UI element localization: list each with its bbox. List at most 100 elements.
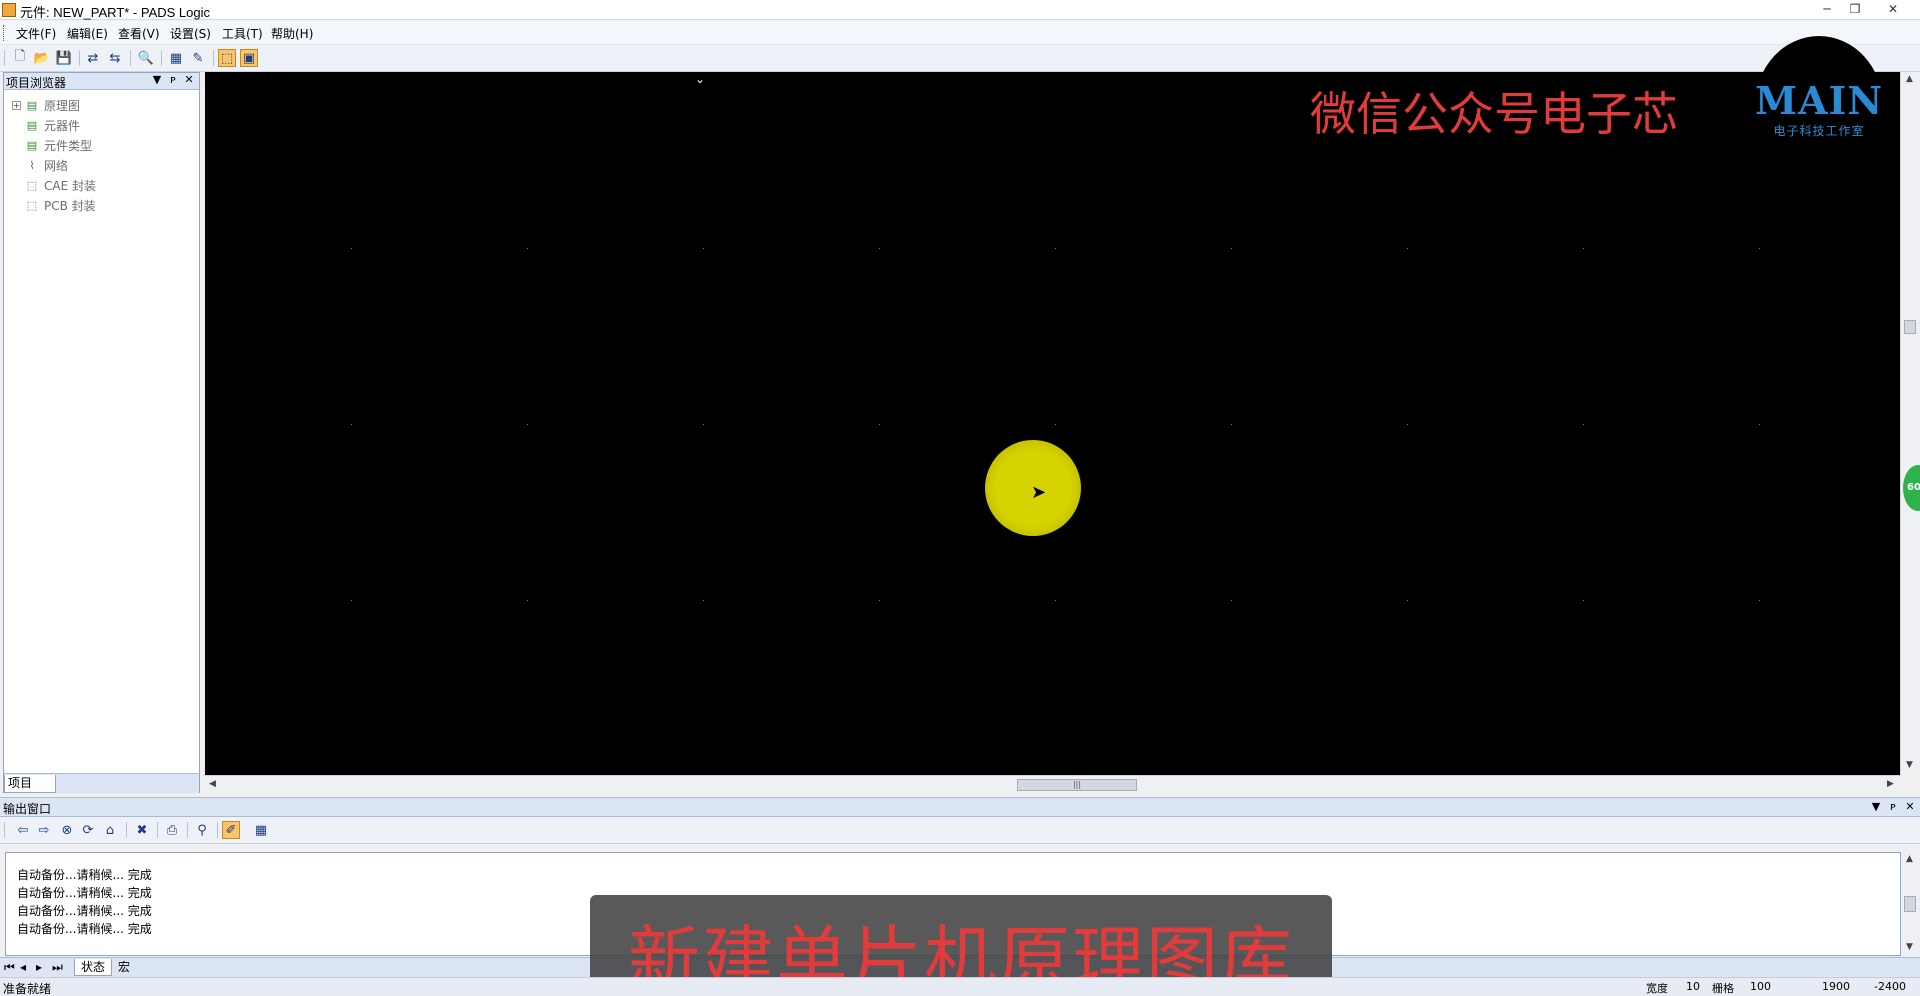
grid-icon[interactable]: ▦ — [252, 821, 270, 839]
tab-nav-first-icon[interactable]: ⏮ — [4, 959, 15, 976]
tab-project[interactable]: 项目 — [4, 775, 56, 793]
grid-dot — [1759, 248, 1760, 249]
tree-item-label: PCB 封装 — [44, 198, 96, 213]
menu-help[interactable]: 帮助(H) — [271, 25, 313, 42]
toolbar-grip[interactable] — [4, 50, 5, 66]
menu-view[interactable]: 查看(V) — [118, 25, 160, 42]
menu-tools[interactable]: 工具(T) — [222, 25, 263, 42]
close-icon[interactable]: ✕ — [1903, 800, 1917, 813]
toolbar-separator — [213, 50, 214, 66]
canvas-horizontal-scrollbar[interactable]: ◀ ||| ▶ — [205, 775, 1900, 793]
toolbar-separator — [217, 822, 218, 838]
refresh-icon[interactable]: ⟳ — [79, 821, 97, 839]
tree-item-sheets[interactable]: + ▤ 原理图 — [12, 96, 80, 114]
scroll-down-icon[interactable]: ▼ — [1906, 942, 1913, 952]
grid-dot — [1055, 424, 1056, 425]
grid-dot — [1583, 424, 1584, 425]
close-button[interactable]: ✕ — [1880, 0, 1906, 18]
sheets-icon: ▤ — [26, 98, 38, 112]
new-file-icon[interactable]: 🗋 — [11, 49, 29, 67]
chevron-down-icon[interactable]: ▼ — [150, 73, 164, 86]
tab-macro[interactable]: 宏 — [112, 959, 136, 976]
toolbar-grip[interactable] — [4, 822, 5, 838]
home-icon[interactable]: ⌂ — [101, 821, 119, 839]
stop-icon[interactable]: ⊗ — [58, 821, 76, 839]
expand-toggle-icon[interactable]: + — [12, 100, 21, 110]
back-annotate-icon[interactable]: ⇆ — [106, 49, 124, 67]
scroll-up-icon[interactable]: ▲ — [1906, 74, 1913, 84]
tab-nav-prev-icon[interactable]: ◂ — [20, 959, 26, 976]
scroll-right-icon[interactable]: ▶ — [1887, 779, 1894, 789]
tree-item-label: 元件类型 — [44, 138, 93, 153]
tree-item-label: 元器件 — [44, 118, 81, 133]
grid-dot — [1231, 600, 1232, 601]
gate-view-icon[interactable]: ▣ — [240, 49, 258, 67]
scroll-left-icon[interactable]: ◀ — [209, 779, 216, 789]
close-icon[interactable]: ✕ — [182, 73, 196, 86]
width-label: 宽度 — [1646, 982, 1668, 995]
part-types-icon: ▤ — [26, 138, 38, 152]
pads-logic-window: 元件: NEW_PART* - PADS Logic ─ ❐ ✕ 文件(F) 编… — [0, 0, 1920, 996]
scroll-up-icon[interactable]: ▲ — [1906, 854, 1913, 864]
save-icon[interactable]: 💾 — [55, 49, 73, 67]
log-line: 自动备份...请稍候... 完成 — [17, 904, 152, 918]
menu-edit[interactable]: 编辑(E) — [67, 25, 108, 42]
delete-icon[interactable]: ✖ — [133, 821, 151, 839]
tree-item-parts[interactable]: ▤ 元器件 — [12, 116, 80, 134]
menu-file[interactable]: 文件(F) — [16, 25, 56, 42]
edit-icon[interactable]: ✐ — [222, 821, 240, 839]
back-icon[interactable]: ⇦ — [14, 821, 32, 839]
canvas-vertical-scrollbar[interactable]: ▲ ▼ — [1900, 72, 1920, 775]
toolbar-separator — [126, 822, 127, 838]
pin-icon[interactable]: ᴘ — [166, 73, 180, 86]
grid-dot — [879, 424, 880, 425]
design-canvas[interactable]: ⌄ ➤ — [205, 72, 1900, 775]
tree-item-label: 原理图 — [44, 98, 81, 113]
toolbar-separator — [79, 50, 80, 66]
tab-nav-next-icon[interactable]: ▸ — [36, 959, 42, 976]
grid-dot — [703, 600, 704, 601]
vertical-scroll-thumb[interactable] — [1904, 320, 1916, 334]
forward-icon[interactable]: ⇨ — [35, 821, 53, 839]
cae-decal-icon: ⬚ — [26, 178, 38, 192]
zoom-icon[interactable]: 🔍 — [137, 49, 155, 67]
grid-dot — [1407, 248, 1408, 249]
print-icon[interactable]: ⎙ — [163, 821, 181, 839]
grid-dot — [1231, 424, 1232, 425]
grid-dot — [351, 248, 352, 249]
scroll-down-icon[interactable]: ▼ — [1906, 760, 1913, 770]
output-vertical-scrollbar[interactable]: ▲ ▼ — [1901, 852, 1920, 956]
grid-dot — [1759, 424, 1760, 425]
menu-setup[interactable]: 设置(S) — [170, 25, 211, 42]
tree-item-cae-decals[interactable]: ⬚ CAE 封装 — [12, 176, 96, 194]
logo-sub-text: 电子科技工作室 — [1773, 124, 1865, 138]
width-value: 10 — [1686, 980, 1700, 993]
pads-app-icon — [2, 3, 16, 17]
grid-dot — [527, 600, 528, 601]
minimize-button[interactable]: ─ — [1814, 0, 1840, 18]
grid-dot — [1231, 248, 1232, 249]
tree-item-pcb-decals[interactable]: ⬚ PCB 封装 — [12, 196, 96, 214]
find-icon[interactable]: ⚲ — [193, 821, 211, 839]
horizontal-scroll-thumb[interactable]: ||| — [1017, 779, 1137, 791]
open-folder-icon[interactable]: 📂 — [33, 49, 51, 67]
library-icon[interactable]: ▦ — [167, 49, 185, 67]
pin-icon[interactable]: ᴘ — [1886, 800, 1900, 813]
forward-annotate-icon[interactable]: ⇄ — [84, 49, 102, 67]
chevron-down-icon[interactable]: ▼ — [1869, 800, 1883, 813]
tree-item-part-types[interactable]: ▤ 元件类型 — [12, 136, 92, 154]
tree-item-nets[interactable]: ⌇ 网络 — [12, 156, 68, 174]
toolbar-separator — [161, 50, 162, 66]
mouse-pointer-icon: ➤ — [1031, 482, 1047, 503]
wizard-icon[interactable]: ✎ — [189, 49, 207, 67]
grid-dot — [1583, 600, 1584, 601]
status-bar: 准备就绪 宽度 10 栅格 100 1900 -2400 — [0, 977, 1920, 996]
tab-status[interactable]: 状态 — [74, 959, 113, 976]
menu-grip-handle[interactable] — [3, 25, 6, 41]
restore-button[interactable]: ❐ — [1842, 0, 1868, 18]
output-scroll-thumb[interactable] — [1904, 896, 1916, 912]
project-browser-tabs: 项目 — [4, 773, 199, 793]
select-mode-icon[interactable]: ⬚ — [218, 49, 236, 67]
tab-nav-last-icon[interactable]: ⏭ — [52, 959, 63, 976]
grid-dot — [1055, 248, 1056, 249]
